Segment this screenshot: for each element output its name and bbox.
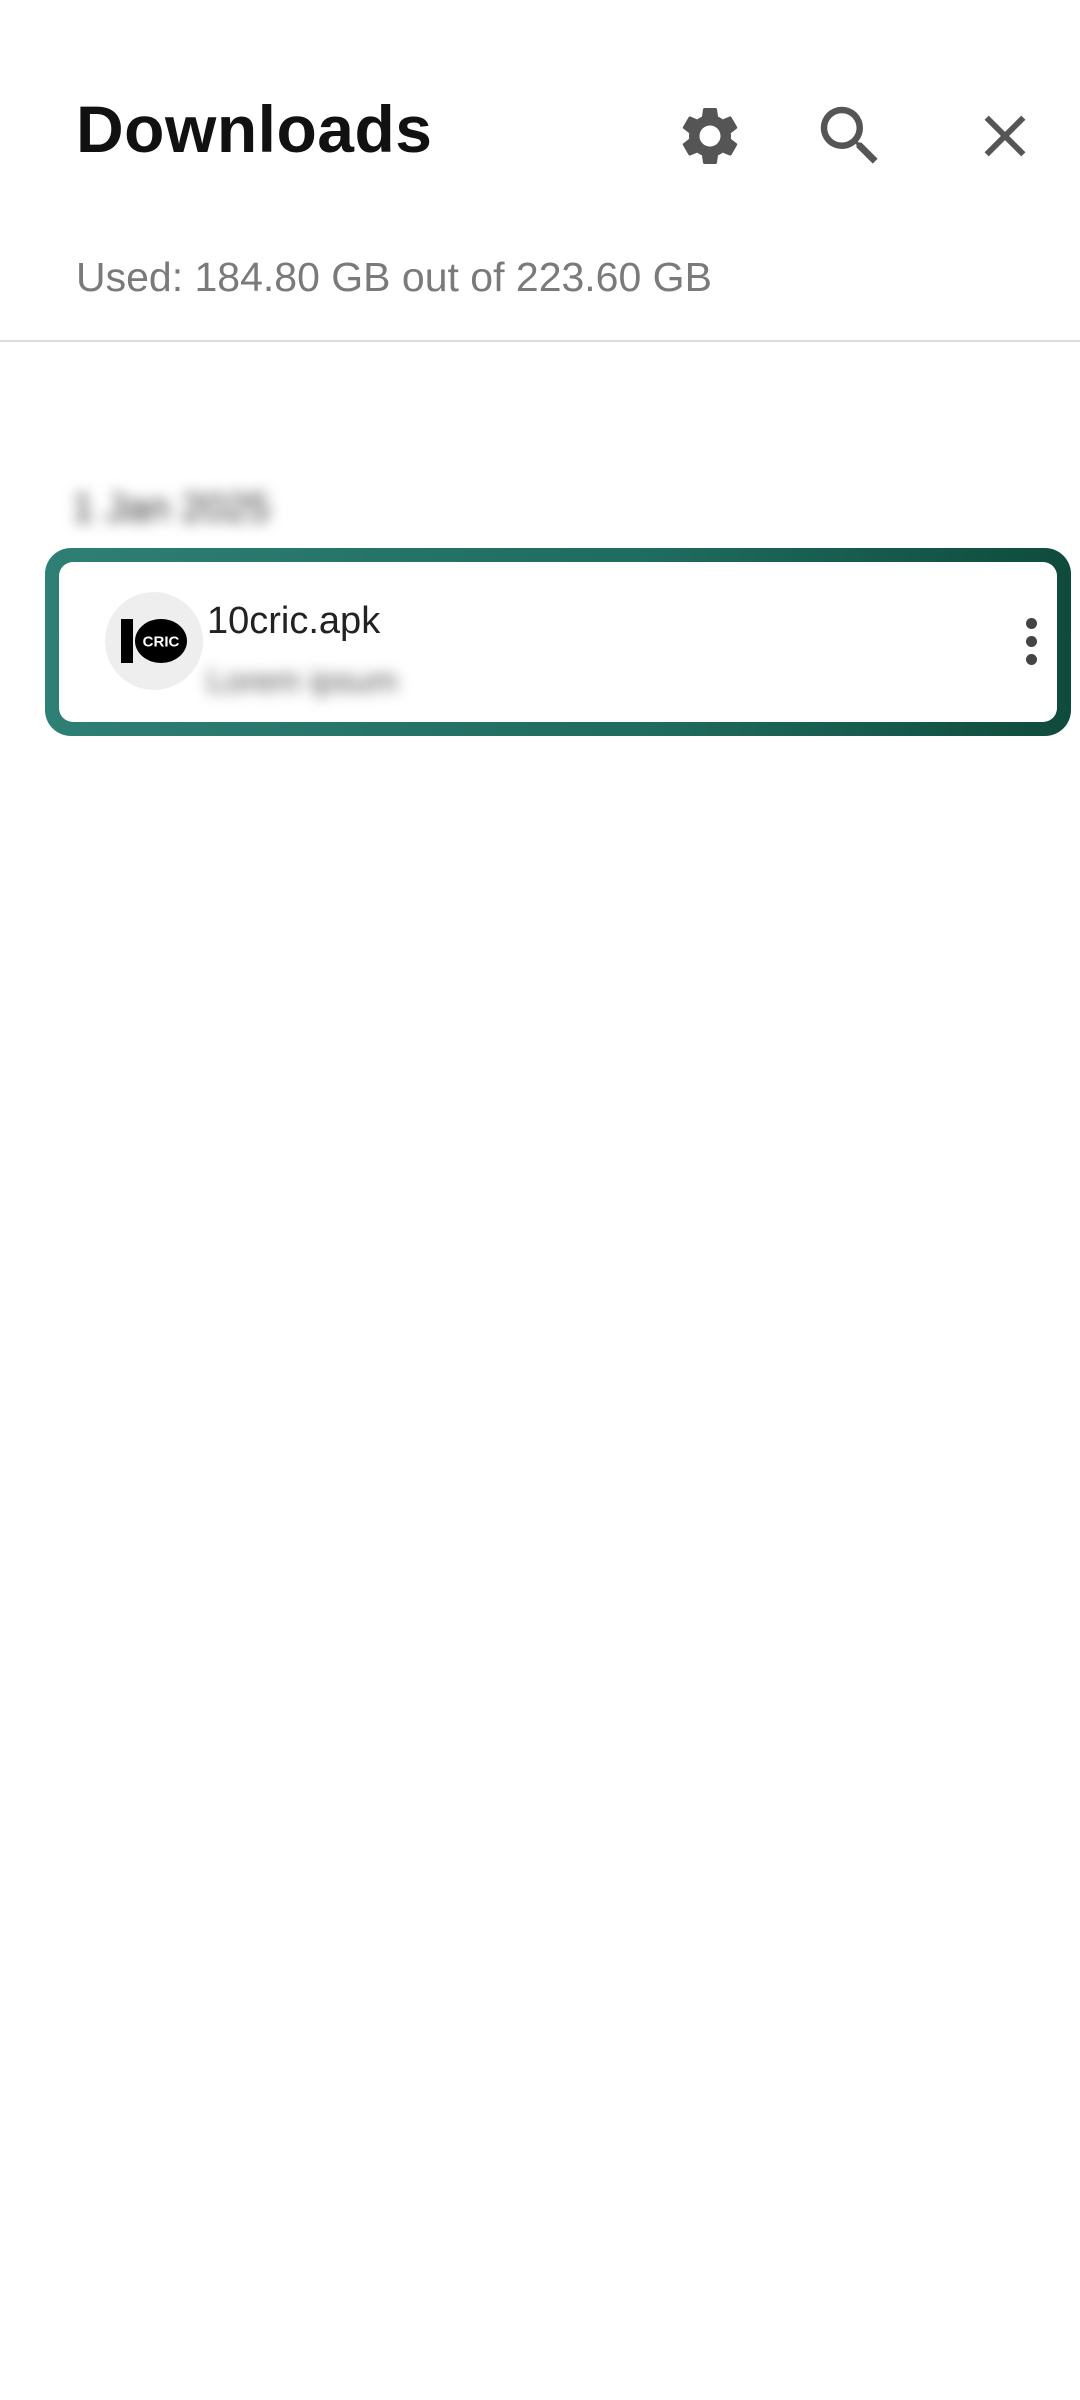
download-item-highlight: CRIC 10cric.apk Lorem ipsum (45, 548, 1071, 736)
close-button[interactable] (965, 96, 1045, 176)
close-icon (984, 115, 1026, 157)
settings-button[interactable] (670, 96, 750, 176)
10cric-logo-icon: CRIC (105, 592, 203, 690)
file-subtitle: Lorem ipsum (207, 662, 398, 699)
more-options-button[interactable] (1011, 606, 1051, 676)
search-icon (820, 106, 878, 164)
logo-text: CRIC (143, 634, 180, 651)
download-item[interactable]: CRIC 10cric.apk Lorem ipsum (59, 562, 1057, 722)
more-vert-icon (1025, 617, 1037, 629)
storage-usage-text: Used: 184.80 GB out of 223.60 GB (76, 254, 712, 300)
file-name: 10cric.apk (207, 600, 381, 642)
date-group-header: 1 Jan 2025 (72, 486, 270, 530)
search-button[interactable] (810, 96, 890, 176)
more-vert-icon-dot (1025, 635, 1037, 647)
more-vert-icon-dot (1025, 653, 1037, 665)
header-divider (0, 340, 1080, 342)
10cric-logo-svg: CRIC (121, 619, 187, 663)
page-title: Downloads (76, 92, 433, 166)
top-app-bar: Downloads Used: 184.80 GB out of 223.60 … (0, 0, 1080, 298)
gear-icon (682, 107, 738, 164)
